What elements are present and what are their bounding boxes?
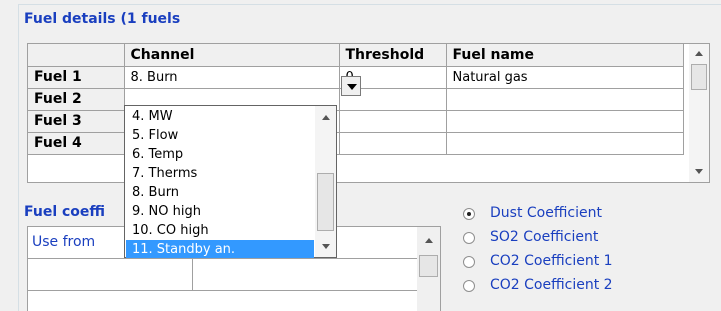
scroll-up-arrow-icon[interactable] (315, 110, 336, 126)
dropdown-option[interactable]: 5. Flow (126, 126, 314, 145)
scrollbar-thumb[interactable] (691, 64, 707, 90)
row-header-fuel-3[interactable]: Fuel 3 (28, 110, 125, 133)
row-divider (28, 290, 418, 291)
channel-dropdown-list[interactable]: 4. MW 5. Flow 6. Temp 7. Therms 8. Burn … (124, 105, 337, 258)
dropdown-option[interactable]: 4. MW (126, 107, 314, 126)
group-frame-top (18, 4, 721, 5)
row-header-fuel-4[interactable]: Fuel 4 (28, 132, 125, 155)
dropdown-option-highlighted[interactable]: 11. Standby an. (126, 240, 314, 258)
fuel-settings-panel: Fuel details (1 fuels Channel Threshold … (0, 0, 721, 311)
grid-header-row: Channel Threshold Fuel name (28, 44, 684, 67)
radio-selected-icon[interactable] (463, 208, 475, 220)
column-header-threshold[interactable]: Threshold (339, 44, 447, 67)
radio-label[interactable]: CO2 Coefficient 2 (490, 277, 613, 293)
threshold-cell[interactable] (339, 132, 447, 155)
row-header-fuel-2[interactable]: Fuel 2 (28, 88, 125, 111)
dropdown-option[interactable]: 9. NO high (126, 202, 314, 221)
scroll-up-arrow-icon[interactable] (689, 46, 709, 62)
fuel-name-cell[interactable]: Natural gas (446, 66, 684, 89)
channel-combo[interactable]: 8. Burn (124, 66, 340, 89)
scroll-down-arrow-icon[interactable] (689, 164, 709, 180)
dropdown-option[interactable]: 8. Burn (126, 183, 314, 202)
radio-unselected-icon[interactable] (463, 232, 475, 244)
grid-scrollbar[interactable] (689, 44, 709, 182)
fuel-name-cell[interactable] (446, 132, 684, 155)
radio-label[interactable]: SO2 Coefficient (490, 229, 598, 245)
scrollbar-thumb[interactable] (419, 255, 438, 277)
column-header-channel[interactable]: Channel (124, 44, 340, 67)
scroll-down-arrow-icon[interactable] (315, 239, 336, 255)
channel-dropdown-button[interactable] (341, 76, 361, 96)
scrollbar-thumb[interactable] (317, 173, 334, 231)
threshold-cell[interactable] (339, 110, 447, 133)
radio-unselected-icon[interactable] (463, 280, 475, 292)
radio-label[interactable]: CO2 Coefficient 1 (490, 253, 613, 269)
fuel-name-cell[interactable] (446, 88, 684, 111)
fuel-details-title: Fuel details (1 fuels (24, 11, 185, 27)
group-frame-left (18, 4, 19, 311)
radio-label[interactable]: Dust Coefficient (490, 205, 602, 221)
coefficients-scrollbar[interactable] (417, 227, 440, 311)
fuel-coefficients-title: Fuel coeffi (24, 204, 106, 220)
row-header-fuel-1[interactable]: Fuel 1 (28, 66, 125, 89)
dropdown-option[interactable]: 7. Therms (126, 164, 314, 183)
column-header-fuel-name[interactable]: Fuel name (446, 44, 684, 67)
dropdown-option[interactable]: 10. CO high (126, 221, 314, 240)
scroll-up-arrow-icon[interactable] (417, 233, 440, 249)
column-divider (192, 259, 193, 290)
dropdown-option[interactable]: 6. Temp (126, 145, 314, 164)
column-header-use-from[interactable]: Use from (32, 234, 95, 250)
dropdown-scrollbar[interactable] (315, 106, 336, 257)
radio-unselected-icon[interactable] (463, 256, 475, 268)
column-header-corner (28, 44, 125, 67)
fuel-name-cell[interactable] (446, 110, 684, 133)
